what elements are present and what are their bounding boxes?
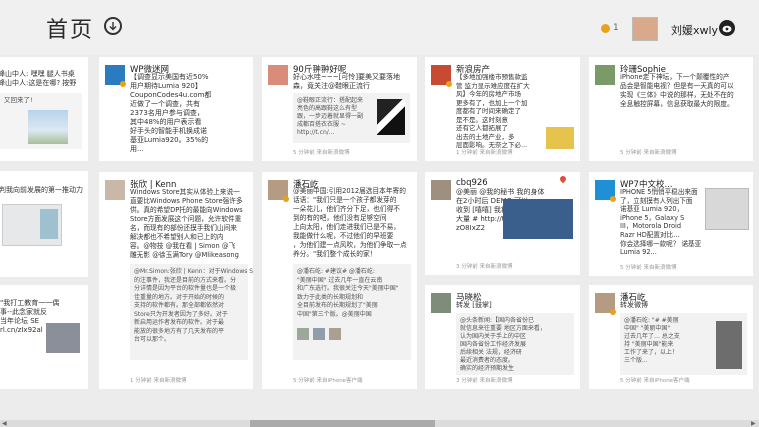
post-text: 转发微博 (620, 301, 648, 309)
post-meta: 1 分钟前 来自新浪微博 (130, 378, 187, 384)
quoted-text: @潘石屹: "# #美丽 中国" "美丽中国" 过去几年了… 总之支 持 "美丽… (624, 317, 680, 364)
verified-badge-icon (610, 196, 616, 202)
post-meta: 5 分钟前 来自新浪微博 (620, 265, 677, 271)
post-thumbnail (40, 209, 58, 239)
post-meta: 3 分钟前 来自新浪微博 (456, 378, 513, 384)
post-thumbnail (377, 99, 405, 135)
post-meta: 5 分钟前 来自新浪微博 (293, 150, 350, 156)
post-text: IPHONE 5悄悄平稳出来面 了，立刻摸有人列出下面 诺基亚 Lumia 92… (620, 188, 702, 257)
verified-badge-icon (283, 196, 289, 202)
quoted-post: @潘石屹: #建议# @潘石屹: "美丽中国" 过去几年一直在云南 和广东选行。… (293, 264, 411, 360)
weibo-card[interactable]: WP微迷网 【调查显示美国有近50% 用户期待Lumia 920】 Coupon… (99, 57, 253, 161)
post-text: 【调查显示美国有近50% 用户期待Lumia 920】 CouponCodes4… (130, 73, 212, 153)
post-thumbnail (313, 328, 325, 340)
weibo-card[interactable]: 张欣 | Kenn Windows Store其实从体验上来说一 直要比Wind… (99, 172, 253, 389)
weibo-card[interactable]: cbq926 @美丽 @我的秘书 我的身体 在2小时后 DEMO 可以 收到 [… (425, 172, 580, 275)
avatar (268, 65, 288, 85)
weibo-card[interactable]: 峰山中人: 嘿嘿 腿人书桌 峰山中人:这是在哪? 按野 又回来了! (0, 57, 88, 161)
weibo-card[interactable]: 90斤翀翀好呢 好心水哇~~~[可怜]要美又要落地 森，竟关注@鞋眼正流行 @鞋… (262, 57, 417, 161)
weibo-card[interactable]: 玲珊Sophie iPhone走下神坛，下一个颠覆性的产 品会是智能电视？但是有… (589, 57, 753, 161)
verified-badge-icon (120, 81, 126, 87)
quoted-text: @鞋眼正流行：搭配起来 亮色的高跟鞋这么有型 跟，一步迈着就显得一副 成都百搭衣… (297, 97, 364, 136)
post-thumbnail (46, 323, 80, 353)
post-meta: 1 分钟前 来自新浪微博 (456, 150, 513, 156)
quoted-text: @潘石屹: #建议# @潘石屹: "美丽中国" 过去几年一直在云南 和广东选行。… (297, 268, 399, 318)
location-pin-icon (558, 174, 568, 184)
post-thumbnail (503, 199, 573, 239)
avatar (431, 180, 451, 200)
weibo-card[interactable]: 新浪房产 【多地加强楼市预售款监 管 监力显示难应度在扩大 风】今年的房地产市场… (425, 57, 580, 161)
weibo-card[interactable]: 判我向前发展的第一推动力 (0, 171, 88, 277)
post-text: @美丽中国:引用2012届选目本年寄的 话语："我们只是一个孩子都发芽的 一朵花… (293, 187, 407, 258)
weibo-card[interactable]: 潘石屹 @美丽中国:引用2012届选目本年寄的 话语："我们只是一个孩子都发芽的… (262, 172, 417, 389)
quoted-text: @Mr.Simon:张欣 | Kenn：对于Windows Store 的注事件… (134, 268, 253, 343)
post-thumbnail (705, 188, 749, 230)
post-text: 判我向前发展的第一推动力 (0, 186, 83, 194)
avatar (105, 180, 125, 200)
post-meta: 5 分钟前 来自新浪微博 (620, 150, 677, 156)
author-name[interactable]: cbq926 (456, 178, 488, 188)
quoted-post: @鞋眼正流行：搭配起来 亮色的高跟鞋这么有型 跟，一步迈着就显得一副 成都百搭衣… (293, 93, 410, 143)
post-text: 【多地加强楼市预售款监 管 监力显示难应度在扩大 风】今年的房地产市场 更多有了… (456, 73, 530, 149)
scroll-right-icon[interactable]: ▶ (751, 420, 756, 427)
quoted-post: @Mr.Simon:张欣 | Kenn：对于Windows Store 的注事件… (130, 264, 253, 360)
quoted-text: 又回来了! (4, 96, 33, 104)
quoted-text: @头条新闻:【国内各省份已 就信息来往重要 地区方面来看， 认为国内关于手上的中… (460, 317, 546, 372)
weibo-card[interactable]: 潘石屹 转发微博 @潘石屹: "# #美丽 中国" "美丽中国" 过去几年了… … (589, 285, 753, 389)
verified-badge-icon (610, 309, 616, 315)
weibo-card[interactable]: 马晓松 转发 [鼓掌] @头条新闻:【国内各省份已 就信息来往重要 地区方面来看… (425, 285, 580, 389)
quoted-post: @头条新闻:【国内各省份已 就信息来往重要 地区方面来看， 认为国内关于手上的中… (456, 313, 574, 375)
scroll-left-icon[interactable]: ◀ (2, 420, 7, 427)
avatar (431, 293, 451, 313)
weibo-card[interactable]: WP7中文校... IPHONE 5悄悄平稳出来面 了，立刻摸有人列出下面 诺基… (589, 172, 753, 276)
weibo-card[interactable]: "我打工教育一一偶 事--此念家就反 当年论坛 SE rl.cn/zIx92al (0, 285, 88, 389)
post-meta: 5 分钟前 来自iPhone客户端 (293, 378, 363, 384)
quoted-post: 又回来了! (0, 93, 82, 149)
post-thumbnail (716, 321, 742, 369)
post-thumbnail (28, 110, 68, 144)
post-text: iPhone走下神坛，下一个颠覆性的产 品会是智能电视？但是有一天真的可以 实现… (620, 73, 734, 108)
post-thumbnail (546, 127, 574, 149)
quoted-post: @潘石屹: "# #美丽 中国" "美丽中国" 过去几年了… 总之支 持 "美丽… (620, 313, 747, 375)
avatar (595, 65, 615, 85)
post-text: 转发 [鼓掌] (456, 301, 492, 309)
timeline-grid: 峰山中人: 嘿嘿 腿人书桌 峰山中人:这是在哪? 按野 又回来了! 判我向前发展… (0, 0, 759, 427)
post-text: 峰山中人: 嘿嘿 腿人书桌 峰山中人:这是在哪? 按野 (0, 70, 77, 87)
post-text: Windows Store其实从体验上来说一 直要比Windows Phone … (130, 188, 243, 259)
post-thumbnail (329, 328, 341, 340)
post-meta: 5 分钟前 来自iPhone客户端 (620, 378, 690, 384)
verified-badge-icon (446, 81, 452, 87)
post-text: 好心水哇~~~[可怜]要美又要落地 森，竟关注@鞋眼正流行 (293, 73, 401, 90)
post-meta: 3 分钟前 来自新浪微博 (456, 264, 513, 270)
scrollbar-thumb[interactable] (250, 420, 435, 427)
post-thumbnail (297, 328, 309, 340)
